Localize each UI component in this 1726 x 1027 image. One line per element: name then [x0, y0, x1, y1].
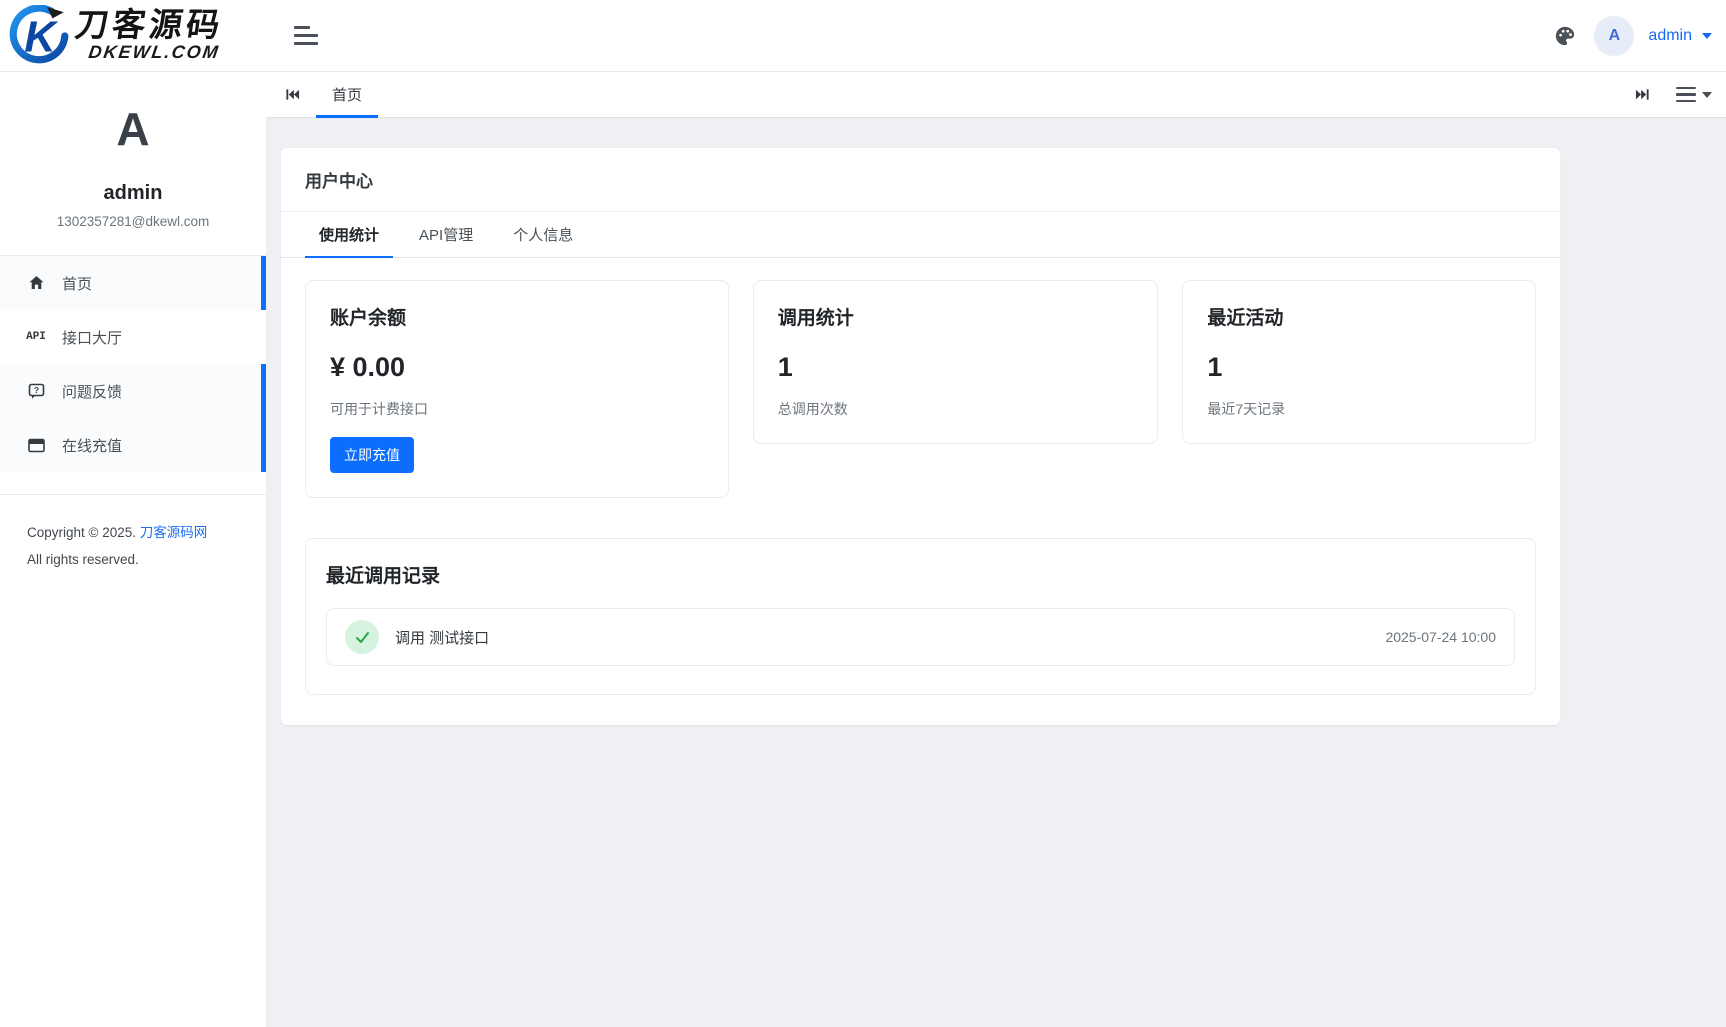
recharge-button[interactable]: 立即充值	[330, 437, 414, 473]
avatar: A	[1594, 16, 1634, 56]
tab-home-label: 首页	[332, 84, 362, 105]
feedback-icon: ?	[27, 383, 45, 399]
copyright-link[interactable]: 刀客源码网	[140, 525, 208, 540]
balance-card: 账户余额 ¥ 0.00 可用于计费接口 立即充值	[305, 280, 729, 498]
sidebar-item-recharge[interactable]: 在线充值	[0, 418, 266, 472]
profile-avatar-letter: A	[0, 106, 266, 152]
sidebar-menu: 首页 API 接口大厅 ? 问题反馈	[0, 256, 266, 472]
tab-list-dropdown[interactable]	[1676, 87, 1712, 103]
balance-title: 账户余额	[330, 303, 704, 330]
sidebar-item-feedback[interactable]: ? 问题反馈	[0, 364, 266, 418]
brand-name-en: DKEWL.COM	[87, 42, 221, 63]
tab-home[interactable]: 首页	[316, 72, 378, 117]
sidebar-item-home[interactable]: 首页	[0, 256, 266, 310]
success-check-icon	[345, 620, 379, 654]
sidebar-item-label: 首页	[62, 273, 92, 294]
activity-title: 最近活动	[1207, 303, 1511, 330]
list-icon	[1676, 87, 1696, 103]
svg-text:K: K	[24, 13, 58, 61]
calls-value: 1	[778, 352, 1134, 383]
activity-value: 1	[1207, 352, 1511, 383]
activity-caption: 最近7天记录	[1207, 399, 1511, 419]
top-header: K 刀客源码 DKEWL.COM A admin	[0, 0, 1726, 72]
recent-calls-section: 最近调用记录 调用 测试接口 2025-07-24 10:00	[305, 538, 1536, 695]
skip-back-icon[interactable]	[285, 87, 300, 102]
brand-k-icon: K	[6, 5, 72, 67]
sidebar-item-label: 问题反馈	[62, 381, 122, 402]
sidebar-item-label: 在线充值	[62, 435, 122, 456]
calls-card: 调用统计 1 总调用次数	[753, 280, 1159, 444]
username-label: admin	[1648, 27, 1692, 45]
calls-caption: 总调用次数	[778, 399, 1134, 419]
activity-card: 最近活动 1 最近7天记录	[1182, 280, 1536, 444]
tabbar-right	[1635, 72, 1712, 117]
brand-name-cn: 刀客源码	[73, 8, 226, 41]
skip-forward-icon[interactable]	[1635, 87, 1650, 102]
tab-api-management[interactable]: API管理	[405, 212, 487, 257]
call-record-time: 2025-07-24 10:00	[1385, 629, 1496, 645]
credit-card-icon	[27, 437, 45, 453]
sidebar-item-label: 接口大厅	[62, 327, 122, 348]
page-title: 用户中心	[281, 148, 1560, 212]
recent-calls-title: 最近调用记录	[326, 561, 1515, 588]
copyright-text: Copyright © 2025.	[27, 525, 136, 540]
rights-text: All rights reserved.	[27, 552, 266, 567]
sidebar-toggle-icon[interactable]	[288, 20, 324, 51]
main-area: 首页 用户中心	[266, 72, 1726, 1027]
home-icon	[27, 275, 45, 291]
chevron-down-icon	[1702, 92, 1712, 98]
tab-label: 使用统计	[319, 224, 379, 245]
svg-text:?: ?	[33, 385, 38, 395]
page: K 刀客源码 DKEWL.COM A admin	[0, 0, 1726, 1027]
brand-logo[interactable]: K 刀客源码 DKEWL.COM	[0, 5, 266, 67]
profile-email: 1302357281@dkewl.com	[0, 214, 266, 229]
user-center-card: 用户中心 使用统计 API管理 个人信息	[281, 148, 1560, 725]
content-tabs: 使用统计 API管理 个人信息	[281, 212, 1560, 258]
sidebar: A admin 1302357281@dkewl.com 首页 API 接口大厅	[0, 72, 266, 1027]
sidebar-profile: A admin 1302357281@dkewl.com	[0, 72, 266, 229]
content: 用户中心 使用统计 API管理 个人信息	[266, 118, 1726, 1027]
user-menu[interactable]: A admin	[1594, 16, 1712, 56]
copyright-line: Copyright © 2025. 刀客源码网	[27, 521, 266, 541]
balance-caption: 可用于计费接口	[330, 399, 704, 419]
call-record-row: 调用 测试接口 2025-07-24 10:00	[326, 608, 1515, 666]
sidebar-item-api-hall[interactable]: API 接口大厅	[0, 310, 266, 364]
api-icon: API	[27, 329, 45, 345]
call-record-text: 调用 测试接口	[395, 627, 489, 648]
balance-value: ¥ 0.00	[330, 352, 704, 383]
tab-label: API管理	[419, 224, 473, 245]
sidebar-footer: Copyright © 2025. 刀客源码网 All rights reser…	[0, 494, 266, 567]
tab-label: 个人信息	[513, 224, 573, 245]
calls-title: 调用统计	[778, 303, 1134, 330]
tab-usage-stats[interactable]: 使用统计	[305, 212, 393, 257]
chevron-down-icon	[1702, 33, 1712, 39]
page-tabbar: 首页	[266, 72, 1726, 118]
profile-username: admin	[0, 182, 266, 205]
brand-text: 刀客源码 DKEWL.COM	[70, 8, 226, 63]
stats-row: 账户余额 ¥ 0.00 可用于计费接口 立即充值 调用统计 1 总调用次数 最近…	[281, 258, 1560, 498]
header-right: A admin	[1554, 16, 1726, 56]
theme-palette-icon[interactable]	[1554, 25, 1576, 47]
tab-personal-info[interactable]: 个人信息	[499, 212, 587, 257]
